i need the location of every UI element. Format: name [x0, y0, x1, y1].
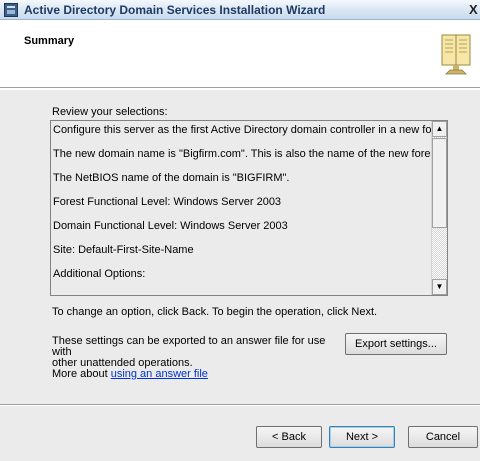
book-icon [441, 34, 471, 75]
instruction-text: To change an option, click Back. To begi… [52, 306, 378, 318]
export-description: These settings can be exported to an ans… [52, 336, 342, 380]
answer-file-link[interactable]: using an answer file [111, 368, 208, 380]
summary-line: The NetBIOS name of the domain is "BIGFI… [53, 172, 290, 184]
summary-line: Site: Default-First-Site-Name [53, 244, 194, 256]
summary-line: The new domain name is "Bigfirm.com". Th… [53, 148, 443, 160]
back-button[interactable]: < Back [256, 426, 322, 448]
cancel-button[interactable]: Cancel [408, 426, 478, 448]
summary-line: Configure this server as the first Activ… [53, 124, 448, 136]
more-about-text: More about [52, 368, 111, 380]
window-title: Active Directory Domain Services Install… [24, 3, 326, 17]
wizard-header: Summary [0, 21, 480, 88]
server-icon [4, 3, 18, 17]
summary-line: Additional Options: [53, 268, 146, 280]
review-label: Review your selections: [52, 106, 168, 118]
scroll-up-button[interactable]: ▲ [432, 121, 447, 137]
scroll-down-button[interactable]: ▼ [432, 279, 447, 295]
wizard-body: Review your selections: Configure this s… [0, 89, 480, 461]
summary-line: Forest Functional Level: Windows Server … [53, 196, 282, 208]
summary-line: Domain Functional Level: Windows Server … [53, 220, 288, 232]
export-text-line: More about using an answer file [52, 369, 342, 380]
summary-textbox[interactable]: Configure this server as the first Activ… [50, 120, 448, 296]
next-button[interactable]: Next > [329, 426, 395, 448]
export-text-line: These settings can be exported to an ans… [52, 335, 326, 358]
footer-divider-highlight [0, 405, 480, 406]
close-button[interactable]: X [469, 1, 480, 18]
scroll-thumb[interactable] [432, 138, 447, 228]
title-bar: Active Directory Domain Services Install… [0, 0, 480, 20]
page-title: Summary [24, 35, 75, 47]
export-settings-button[interactable]: Export settings... [345, 333, 447, 355]
vertical-scrollbar[interactable]: ▲ ▼ [431, 121, 447, 295]
